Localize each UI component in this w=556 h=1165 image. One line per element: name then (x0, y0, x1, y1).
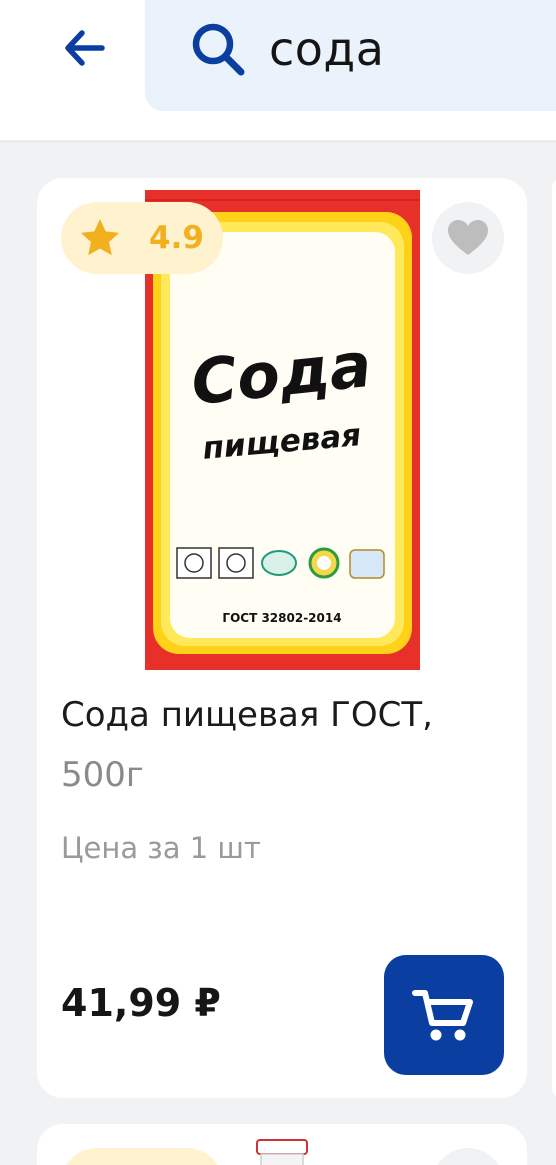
favorite-button[interactable] (432, 202, 504, 274)
top-bar: сода (0, 0, 556, 143)
next-favorite-button[interactable] (432, 1148, 504, 1165)
heart-icon (448, 220, 488, 255)
product-weight: 500г (61, 755, 144, 795)
rating-value: 4.9 (149, 220, 204, 256)
product-title[interactable]: Сода пищевая ГОСТ, (61, 692, 501, 738)
cart-icon (412, 990, 473, 1041)
header-divider (0, 140, 556, 143)
next-product-image (256, 1139, 308, 1165)
package-standard: ГОСТ 32802-2014 (222, 611, 341, 625)
rating-badge: 4.9 (61, 202, 223, 274)
add-to-cart-button[interactable] (384, 955, 504, 1075)
back-button[interactable] (50, 14, 118, 82)
search-field[interactable]: сода (145, 0, 556, 111)
star-icon (81, 219, 119, 256)
price-unit-label: Цена за 1 шт (61, 831, 261, 865)
product-card[interactable]: Сода пищевая ГОСТ 32802-2014 4.9 Сода пи… (37, 178, 527, 1098)
next-product-card[interactable] (37, 1124, 527, 1165)
search-icon (192, 23, 245, 76)
next-column-card-edge (552, 178, 556, 1098)
product-price: 41,99 ₽ (61, 981, 221, 1025)
arrow-left-icon (65, 30, 105, 66)
next-rating-badge (61, 1148, 223, 1165)
search-query[interactable]: сода (269, 14, 384, 84)
certification-badges (176, 547, 385, 579)
